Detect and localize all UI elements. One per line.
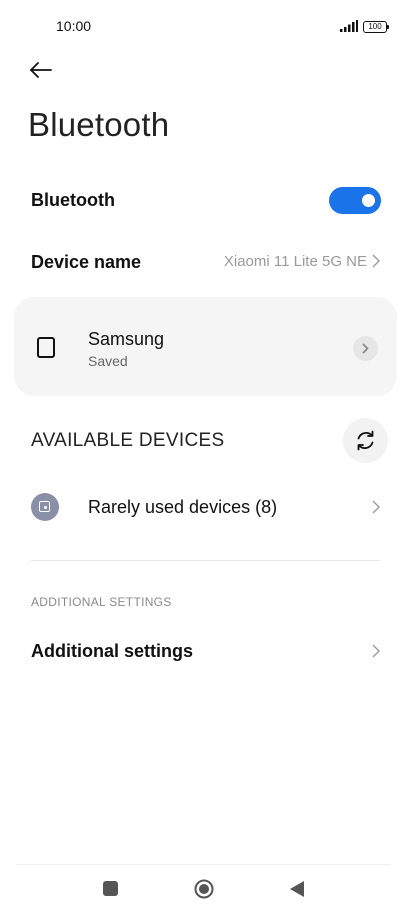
chevron-right-icon <box>372 254 380 268</box>
chevron-right-icon <box>372 644 380 658</box>
status-time: 10:00 <box>56 18 92 34</box>
nav-recents-icon[interactable] <box>103 881 118 896</box>
device-name-label[interactable]: Device name <box>31 252 141 273</box>
nav-back-icon[interactable] <box>289 880 305 898</box>
bluetooth-label: Bluetooth <box>31 190 115 210</box>
toggle-knob <box>362 194 375 207</box>
refresh-button[interactable] <box>343 418 388 463</box>
back-arrow-icon[interactable] <box>28 57 54 83</box>
device-name-value: Xiaomi 11 Lite 5G NE <box>223 253 367 270</box>
additional-settings-item[interactable]: Additional settings <box>31 641 193 662</box>
additional-settings-heading: ADDITIONAL SETTINGS <box>31 595 172 609</box>
page-title: Bluetooth <box>28 106 170 143</box>
saved-device-name: Samsung <box>88 329 165 349</box>
available-devices-heading: AVAILABLE DEVICES <box>31 430 225 451</box>
bluetooth-toggle[interactable] <box>329 187 381 214</box>
chevron-right-icon <box>372 500 380 514</box>
rarely-used-devices-icon <box>31 493 59 521</box>
divider <box>31 560 381 561</box>
nav-divider <box>16 864 391 865</box>
battery-icon: 100 <box>363 21 389 33</box>
refresh-icon <box>357 430 374 451</box>
device-details-button[interactable] <box>353 336 378 361</box>
nav-home-icon[interactable] <box>194 879 214 899</box>
signal-icon <box>340 20 358 32</box>
rarely-used-devices-label[interactable]: Rarely used devices (8) <box>88 497 277 518</box>
saved-device-card[interactable] <box>14 297 397 396</box>
saved-device-status: Saved <box>88 353 128 369</box>
chevron-right-icon <box>362 343 369 354</box>
device-icon <box>37 337 55 358</box>
